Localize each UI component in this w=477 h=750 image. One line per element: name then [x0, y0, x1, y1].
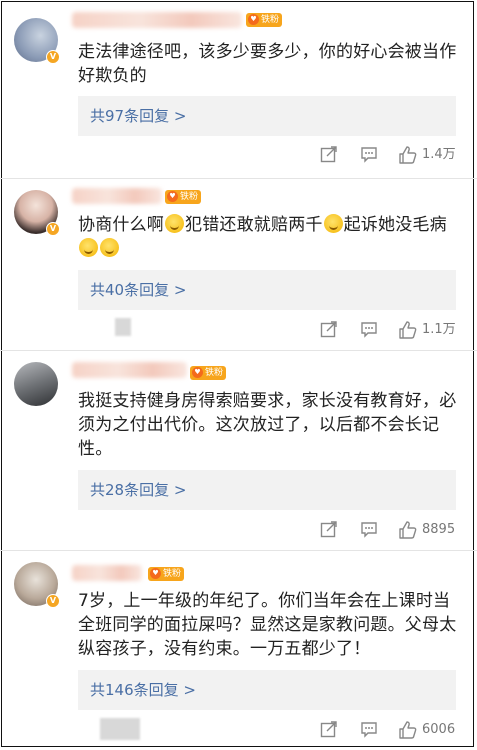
comment-text: 7岁，上一年级的年纪了。你们当年会在上课时当全班同学的面拉屎吗？显然这是家教问题…: [78, 591, 457, 659]
divider: [0, 178, 477, 179]
thumbs-up-icon: [399, 146, 417, 164]
comment-actions: 8895: [0, 520, 477, 544]
like-count: 1.1万: [422, 322, 456, 337]
fan-badge: ♥ 铁粉: [190, 366, 227, 380]
share-icon[interactable]: [320, 145, 338, 165]
comment-text: 走法律途径吧，该多少要多少，你的好心会被当作好欺负的: [78, 42, 457, 86]
verified-badge-icon: V: [46, 50, 60, 64]
comment-text: 协商什么啊 犯错还敢就赔两千 起诉她没毛病: [78, 213, 460, 261]
replies-count: 共28条回复 >: [90, 481, 187, 499]
heart-icon: ♥: [150, 568, 161, 579]
grin-emoji-icon: [79, 238, 98, 257]
username-blurred[interactable]: [72, 565, 142, 581]
thumbs-up-icon: [399, 321, 417, 339]
replies-count: 共97条回复 >: [90, 107, 187, 125]
share-icon[interactable]: [320, 320, 338, 340]
fan-badge-label: 铁粉: [261, 15, 280, 25]
comment-text-part: 起诉她没毛病: [343, 215, 447, 235]
replies-link[interactable]: 共28条回复 >: [78, 470, 456, 510]
fan-badge: ♥ 铁粉: [148, 567, 185, 581]
grin-emoji-icon: [323, 214, 343, 233]
comment-icon[interactable]: [360, 720, 378, 740]
comment-icon[interactable]: [360, 320, 378, 340]
like-count: 8895: [422, 522, 456, 537]
comment-text: 我挺支持健身房得索赔要求，家长没有教育好，必须为之付出代价。这次放过了，以后都不…: [78, 391, 457, 459]
thumbs-up-icon: [399, 721, 417, 739]
replies-link[interactable]: 共97条回复 >: [78, 96, 456, 136]
replies-link[interactable]: 共40条回复 >: [78, 270, 456, 310]
grin-emoji-icon: [165, 214, 184, 233]
verified-badge-icon: V: [46, 594, 60, 608]
fan-badge-label: 铁粉: [180, 192, 199, 202]
comment-actions: 1.4万: [0, 145, 477, 169]
comment-icon[interactable]: [360, 145, 378, 165]
comment-actions: 6006: [0, 720, 477, 744]
like-count: 6006: [422, 722, 456, 737]
username-blurred[interactable]: [72, 12, 242, 28]
divider: [0, 550, 477, 551]
username-blurred[interactable]: [72, 188, 162, 204]
replies-count: 共146条回复 >: [90, 681, 196, 699]
fan-badge: ♥ 铁粉: [165, 190, 202, 204]
comment-icon[interactable]: [360, 520, 378, 540]
heart-icon: ♥: [192, 367, 203, 378]
comment-text-part: 犯错还敢就赔两千: [185, 215, 323, 235]
fan-badge: ♥ 铁粉: [246, 13, 283, 27]
avatar[interactable]: [14, 362, 58, 406]
replies-link[interactable]: 共146条回复 >: [78, 670, 456, 710]
username-blurred[interactable]: [72, 362, 187, 378]
thumbs-up-icon: [399, 521, 417, 539]
replies-count: 共40条回复 >: [90, 281, 187, 299]
heart-icon: ♥: [248, 14, 259, 25]
fan-badge-label: 铁粉: [205, 368, 224, 378]
grin-emoji-icon: [100, 238, 119, 257]
comment-actions: 1.1万: [0, 320, 477, 344]
verified-badge-icon: V: [46, 222, 60, 236]
like-count: 1.4万: [422, 147, 456, 162]
divider: [0, 350, 477, 351]
heart-icon: ♥: [167, 191, 178, 202]
share-icon[interactable]: [320, 720, 338, 740]
share-icon[interactable]: [320, 520, 338, 540]
fan-badge-label: 铁粉: [163, 569, 182, 579]
comment-text-part: 协商什么啊: [78, 215, 164, 235]
